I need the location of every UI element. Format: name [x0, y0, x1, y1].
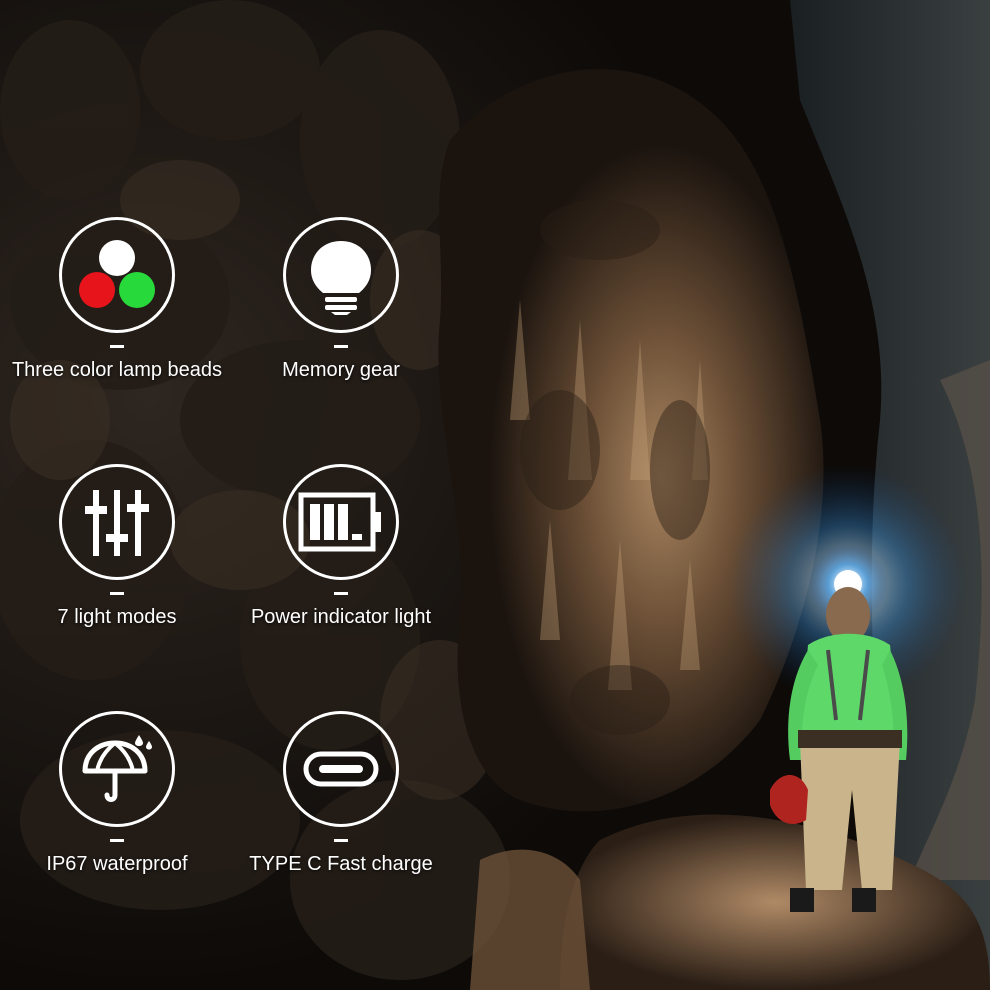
separator-dash	[110, 345, 124, 348]
feature-memory-gear: Memory gear	[221, 217, 461, 382]
feature-label: IP67 waterproof	[46, 853, 188, 875]
feature-light-modes: 7 light modes	[0, 464, 237, 629]
separator-dash	[110, 592, 124, 595]
feature-waterproof: IP67 waterproof	[0, 711, 237, 876]
separator-dash	[334, 345, 348, 348]
sliders-icon	[59, 464, 175, 580]
feature-label: 7 light modes	[57, 606, 177, 628]
feature-label: Power indicator light	[250, 606, 432, 628]
separator-dash	[110, 839, 124, 842]
feature-power-indicator: Power indicator light	[221, 464, 461, 629]
feature-type-c-charge: TYPE C Fast charge	[221, 711, 461, 876]
battery-icon	[283, 464, 399, 580]
umbrella-rain-icon	[59, 711, 175, 827]
feature-three-color-lamp-beads: Three color lamp beads	[0, 217, 237, 382]
separator-dash	[334, 592, 348, 595]
feature-label: TYPE C Fast charge	[249, 853, 433, 875]
light-bulb-icon	[283, 217, 399, 333]
usb-type-c-port-icon	[283, 711, 399, 827]
three-color-lamp-beads-icon	[59, 217, 175, 333]
feature-label: Memory gear	[282, 359, 400, 381]
separator-dash	[334, 839, 348, 842]
feature-label: Three color lamp beads	[11, 359, 223, 381]
